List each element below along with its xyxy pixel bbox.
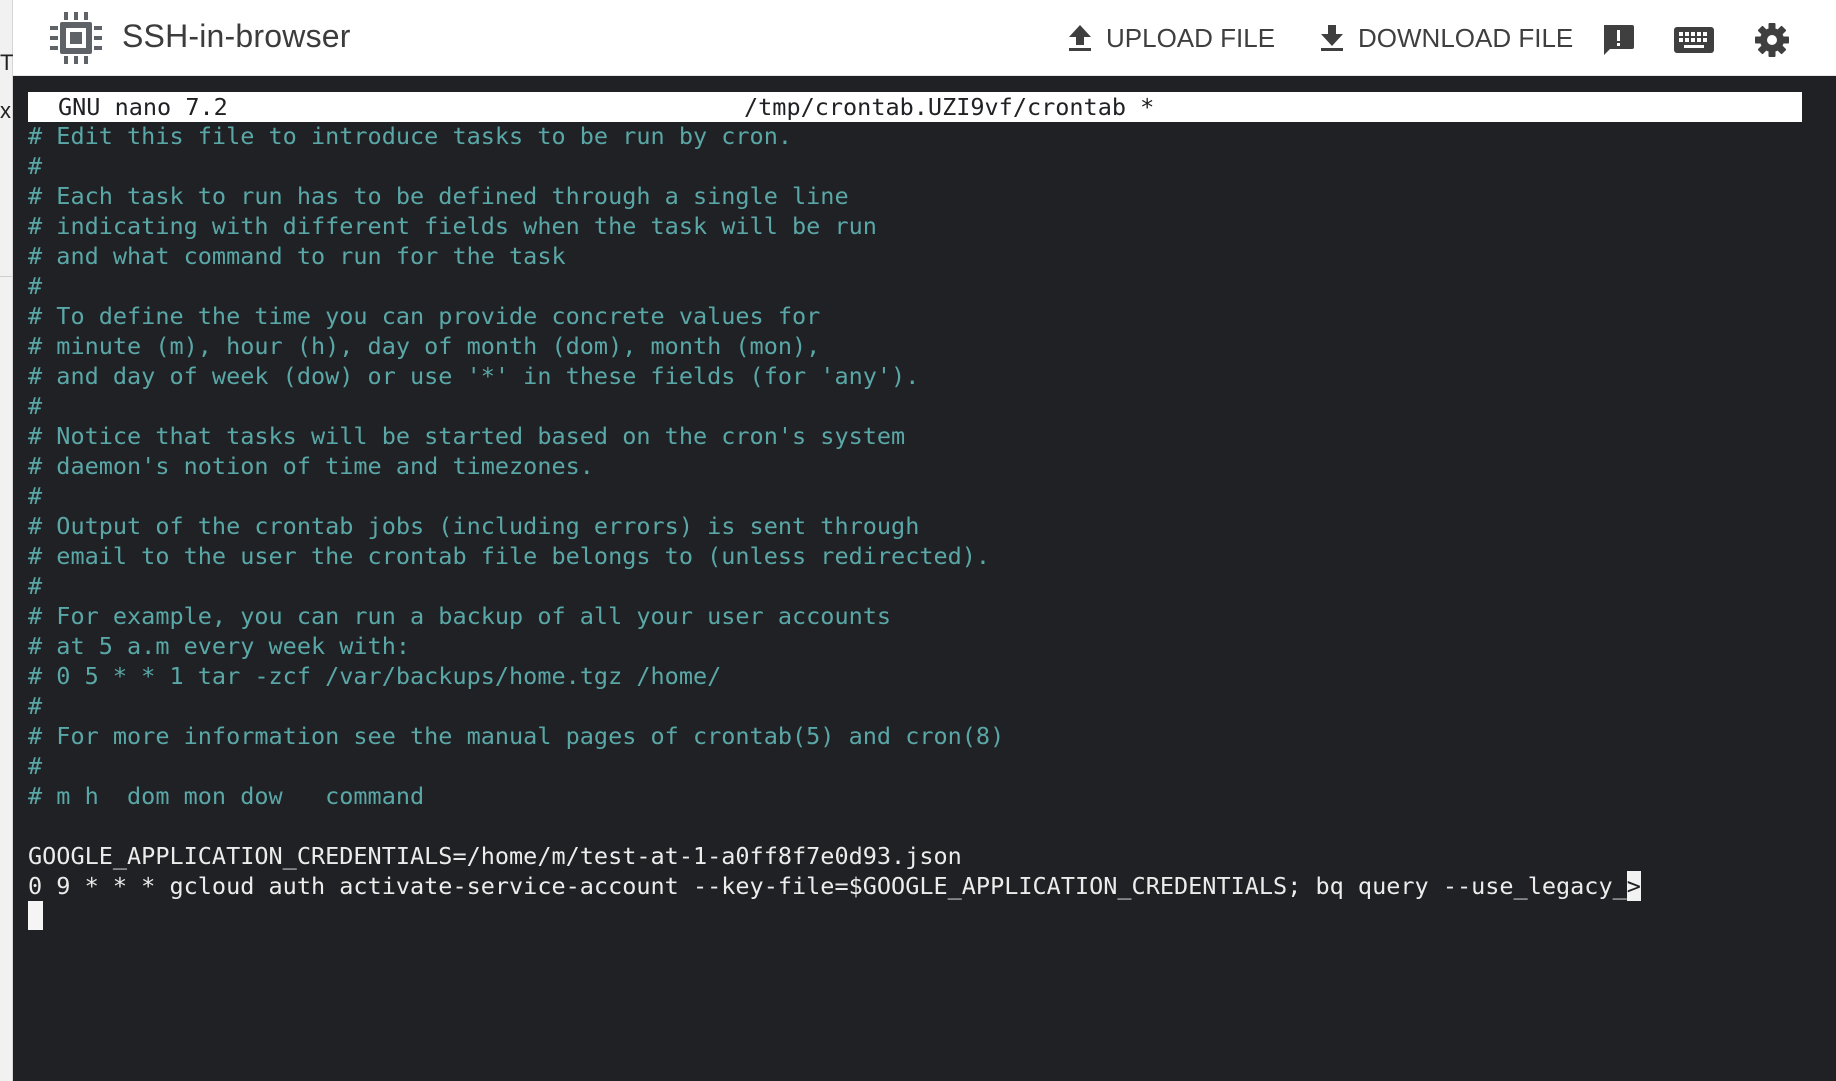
editor-line-text: # For more information see the manual pa… <box>28 722 1005 750</box>
editor-line: # For example, you can run a backup of a… <box>28 601 1808 631</box>
editor-line-text: # Notice that tasks will be started base… <box>28 422 906 450</box>
editor-line: # at 5 a.m every week with: <box>28 631 1808 661</box>
editor-line <box>28 811 1808 841</box>
editor-line: # and day of week (dow) or use '*' in th… <box>28 361 1808 391</box>
chip-icon <box>50 12 102 64</box>
editor-line-text: # <box>28 392 43 420</box>
editor-line: # email to the user the crontab file bel… <box>28 541 1808 571</box>
line-overflow-marker: > <box>1626 871 1641 901</box>
editor-line-text: # and day of week (dow) or use '*' in th… <box>28 362 920 390</box>
editor-file-path: /tmp/crontab.UZI9vf/crontab * <box>744 93 1155 121</box>
editor-line: # m h dom mon dow command <box>28 781 1808 811</box>
upload-file-button[interactable]: UPLOAD FILE <box>1066 20 1275 56</box>
editor-line-text: # 0 5 * * 1 tar -zcf /var/backups/home.t… <box>28 662 722 690</box>
settings-button[interactable] <box>1750 18 1794 62</box>
editor-line-text: GOOGLE_APPLICATION_CREDENTIALS=/home/m/t… <box>28 842 962 870</box>
editor-line-text: # daemon's notion of time and timezones. <box>28 452 594 480</box>
download-file-button[interactable]: DOWNLOAD FILE <box>1318 20 1573 56</box>
editor-line: # Output of the crontab jobs (including … <box>28 511 1808 541</box>
editor-line: # To define the time you can provide con… <box>28 301 1808 331</box>
editor-line: 0 9 * * * gcloud auth activate-service-a… <box>28 871 1808 901</box>
editor-line: # daemon's notion of time and timezones. <box>28 451 1808 481</box>
editor-line: # Notice that tasks will be started base… <box>28 421 1808 451</box>
editor-line: # <box>28 151 1808 181</box>
editor-line: # <box>28 751 1808 781</box>
editor-line: # 0 5 * * 1 tar -zcf /var/backups/home.t… <box>28 661 1808 691</box>
editor-line: # <box>28 691 1808 721</box>
background-window-edge: T x <box>0 0 13 1081</box>
feedback-icon <box>1604 25 1634 55</box>
editor-line-text: # <box>28 272 43 300</box>
keyboard-button[interactable] <box>1672 18 1716 62</box>
editor-line: # indicating with different fields when … <box>28 211 1808 241</box>
editor-line: # <box>28 571 1808 601</box>
editor-line-text: # Each task to run has to be defined thr… <box>28 182 849 210</box>
app-title: SSH-in-browser <box>122 18 351 54</box>
editor-line-text: # minute (m), hour (h), day of month (do… <box>28 332 821 360</box>
download-icon <box>1321 25 1343 51</box>
app-header: SSH-in-browser UPLOAD FILE DOWNLOAD FILE <box>12 0 1836 76</box>
text-cursor <box>28 901 43 930</box>
editor-line-text: # For example, you can run a backup of a… <box>28 602 892 630</box>
editor-line-text: # Output of the crontab jobs (including … <box>28 512 920 540</box>
editor-line-text: # indicating with different fields when … <box>28 212 877 240</box>
gear-icon <box>1755 23 1789 57</box>
editor-line-text: 0 9 * * * gcloud auth activate-service-a… <box>28 872 1627 900</box>
editor-line: # Each task to run has to be defined thr… <box>28 181 1808 211</box>
editor-line-text: # To define the time you can provide con… <box>28 302 821 330</box>
editor-buffer[interactable]: # Edit this file to introduce tasks to b… <box>28 121 1808 901</box>
editor-line: # <box>28 391 1808 421</box>
editor-line-text: # <box>28 572 43 600</box>
editor-line: # For more information see the manual pa… <box>28 721 1808 751</box>
editor-line-text: # email to the user the crontab file bel… <box>28 542 991 570</box>
background-window-divider <box>0 276 12 277</box>
editor-name: GNU nano 7.2 <box>58 93 228 121</box>
editor-line-text: # <box>28 482 43 510</box>
download-file-label: DOWNLOAD FILE <box>1358 22 1574 53</box>
editor-line-text: # m h dom mon dow command <box>28 782 425 810</box>
editor-line-text: # <box>28 692 43 720</box>
editor-line: GOOGLE_APPLICATION_CREDENTIALS=/home/m/t… <box>28 841 1808 871</box>
background-window-close-glyph[interactable]: x <box>0 98 11 124</box>
terminal[interactable]: GNU nano 7.2 /tmp/crontab.UZI9vf/crontab… <box>12 76 1836 1081</box>
keyboard-icon <box>1674 27 1714 53</box>
feedback-button[interactable] <box>1596 18 1640 62</box>
background-window-glyph: T <box>0 50 14 75</box>
editor-line: # Edit this file to introduce tasks to b… <box>28 121 1808 151</box>
upload-icon <box>1069 25 1091 51</box>
editor-line-text: # <box>28 752 43 780</box>
editor-line-text: # <box>28 152 43 180</box>
editor-line-text: # and what command to run for the task <box>28 242 566 270</box>
editor-line: # <box>28 481 1808 511</box>
nano-title-bar: GNU nano 7.2 /tmp/crontab.UZI9vf/crontab… <box>28 92 1802 122</box>
editor-line: # <box>28 271 1808 301</box>
editor-line-text: # at 5 a.m every week with: <box>28 632 411 660</box>
editor-line-text: # Edit this file to introduce tasks to b… <box>28 122 793 150</box>
editor-line: # and what command to run for the task <box>28 241 1808 271</box>
editor-line: # minute (m), hour (h), day of month (do… <box>28 331 1808 361</box>
upload-file-label: UPLOAD FILE <box>1106 22 1276 53</box>
